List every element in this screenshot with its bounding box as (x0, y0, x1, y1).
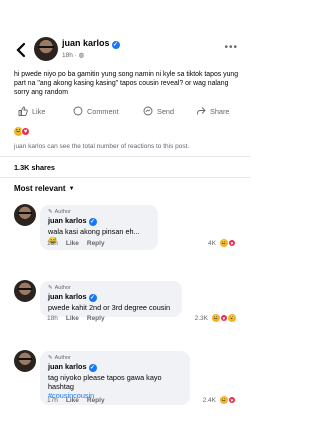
more-options-icon[interactable]: ••• (224, 42, 238, 53)
commenter-avatar[interactable] (14, 204, 36, 226)
comment-time: 18h (47, 240, 58, 247)
author-name[interactable]: juan karlos (62, 38, 110, 48)
comment-time: 18h (47, 315, 58, 322)
author-badge: ✎ Author (48, 209, 150, 215)
comment-reply-button[interactable]: Reply (87, 240, 105, 247)
comment-sort-dropdown[interactable]: Most relevant ▼ (14, 184, 75, 193)
comment-text: pwede kahit 2nd or 3rd degree cousin (48, 303, 171, 312)
comment-button[interactable]: Comment (73, 103, 119, 119)
heart-reaction-icon: ♥ (220, 314, 228, 322)
pencil-icon: ✎ (48, 355, 53, 361)
commenter-name[interactable]: juan karlos (48, 292, 87, 301)
commenter-name[interactable]: juan karlos (48, 216, 87, 225)
reaction-count: 2.4K (202, 396, 216, 404)
heart-reaction-icon: ♥ (21, 127, 30, 136)
author-badge: ✎ Author (48, 355, 182, 361)
shares-count[interactable]: 1.3K shares (14, 163, 55, 172)
post-time: 18h (62, 52, 73, 59)
comment-meta: 17h Like Reply (47, 397, 105, 404)
verified-badge-icon: ✓ (88, 364, 97, 372)
commenter-avatar[interactable] (14, 350, 36, 372)
verified-badge-icon: ✓ (88, 294, 97, 302)
author-name-row[interactable]: juan karlos ✓ (62, 38, 120, 49)
send-button[interactable]: Send (143, 103, 174, 119)
pencil-icon: ✎ (48, 209, 53, 215)
haha-reaction-icon: 😆 (220, 396, 228, 404)
commenter-name-row[interactable]: juan karlos ✓ (48, 362, 182, 372)
globe-icon: ◍ (78, 52, 85, 59)
comment-text: tag niyoko please tapos gawa kayo hashta… (48, 373, 182, 400)
divider (0, 177, 250, 178)
comment-label: Comment (87, 106, 119, 116)
comment-like-button[interactable]: Like (66, 240, 79, 247)
thumbs-up-icon (18, 106, 28, 116)
verified-badge-icon: ✓ (88, 218, 97, 226)
reaction-count: 4K (208, 239, 216, 247)
author-tag-label: Author (54, 355, 71, 361)
author-tag-label: Author (54, 285, 71, 291)
share-arrow-icon (197, 107, 206, 115)
comment-reaction-count[interactable]: 2.3K 😆 ♥ 😮 (195, 314, 236, 322)
comment-time: 17h (47, 397, 58, 404)
comment-reaction-count[interactable]: 2.4K 😆 ♥ (203, 396, 236, 404)
comment-meta: 18h Like Reply (47, 315, 105, 322)
commenter-name[interactable]: juan karlos (48, 362, 87, 371)
post-header: juan karlos ✓ 18h · ◍ ••• (0, 36, 250, 66)
post-reactions[interactable]: 😆♥ (14, 127, 30, 136)
author-badge: ✎ Author (48, 285, 174, 291)
author-tag-label: Author (54, 209, 71, 215)
reaction-visibility-note: juan karlos can see the total number of … (14, 143, 190, 150)
divider (0, 156, 250, 157)
back-arrow-icon[interactable] (14, 42, 28, 58)
haha-reaction-icon: 😆 (220, 239, 228, 247)
share-label: Share (210, 106, 230, 116)
commenter-name-row[interactable]: juan karlos ✓ (48, 216, 150, 226)
messenger-icon (143, 106, 153, 116)
post-text: hi pwede niyo po ba gamitin yung song na… (14, 71, 239, 96)
comment-reply-button[interactable]: Reply (87, 315, 105, 322)
verified-badge-icon: ✓ (111, 41, 120, 49)
commenter-avatar[interactable] (14, 280, 36, 302)
author-avatar[interactable] (34, 37, 58, 61)
sort-label: Most relevant (14, 184, 66, 193)
comment-text-body: tag niyoko please tapos gawa kayo hashta… (48, 373, 162, 391)
send-label: Send (157, 106, 175, 116)
post-actions: Like Comment Send Share (0, 103, 250, 119)
chevron-down-icon: ▼ (68, 185, 75, 192)
commenter-name-row[interactable]: juan karlos ✓ (48, 292, 174, 302)
wow-reaction-icon: 😮 (228, 314, 236, 322)
like-label: Like (32, 106, 46, 116)
comment-like-button[interactable]: Like (66, 315, 79, 322)
comment-meta: 18h Like Reply (47, 240, 105, 247)
pencil-icon: ✎ (48, 285, 53, 291)
haha-reaction-icon: 😆 (212, 314, 220, 322)
heart-reaction-icon: ♥ (228, 396, 236, 404)
heart-reaction-icon: ♥ (228, 239, 236, 247)
comment-reply-button[interactable]: Reply (87, 397, 105, 404)
comment-bubble: ✎ Author juan karlos ✓ pwede kahit 2nd or … (40, 281, 182, 317)
reaction-count: 2.3K (194, 314, 208, 322)
comment-like-button[interactable]: Like (66, 397, 79, 404)
post-meta: 18h · ◍ (62, 52, 85, 59)
share-button[interactable]: Share (196, 103, 229, 119)
comment-reaction-count[interactable]: 4K 😆 ♥ (208, 239, 236, 247)
like-button[interactable]: Like (18, 103, 45, 119)
comment-bubble-icon (73, 106, 83, 116)
